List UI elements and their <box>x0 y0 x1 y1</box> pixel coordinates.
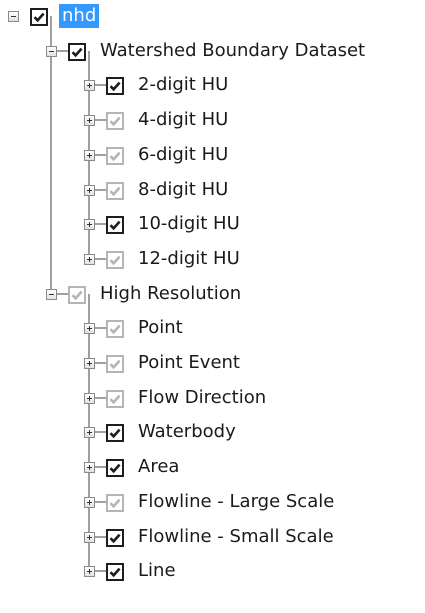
tree-expand-icon[interactable] <box>84 115 95 127</box>
expander-plus <box>89 395 90 401</box>
layer-visibility-checkbox-10-digit-hu[interactable] <box>106 216 124 235</box>
layer-label-nhd[interactable]: nhd <box>59 4 100 28</box>
tree-expand-icon[interactable] <box>84 80 95 92</box>
layer-visibility-checkbox-area[interactable] <box>106 459 124 478</box>
layer-label-12-digit-hu[interactable]: 12-digit HU <box>135 247 243 271</box>
checkmark-icon <box>109 359 121 370</box>
layer-label-point[interactable]: Point <box>135 316 186 340</box>
tree-expand-icon[interactable] <box>84 531 95 543</box>
tree-connector-line <box>50 16 52 294</box>
checkmark-icon <box>109 186 121 196</box>
checkmark-icon <box>109 220 121 231</box>
layer-visibility-checkbox-point-event[interactable] <box>106 355 124 373</box>
checkmark-icon <box>109 325 121 335</box>
expander-plus <box>89 83 90 89</box>
layer-label-flowline-small-scale[interactable]: Flowline - Small Scale <box>135 525 337 549</box>
checkmark-icon <box>109 498 121 508</box>
expander-minus <box>49 50 54 52</box>
layer-visibility-checkbox-nhd[interactable] <box>30 8 48 26</box>
layer-label-point-event[interactable]: Point Event <box>135 351 243 375</box>
expander-plus <box>89 534 90 540</box>
expander-minus <box>49 293 54 295</box>
layer-label-watershed-boundary-dataset[interactable]: Watershed Boundary Dataset <box>97 39 368 63</box>
expander-plus <box>89 430 90 436</box>
layer-label-flow-direction[interactable]: Flow Direction <box>135 386 269 410</box>
checkmark-icon <box>109 255 121 266</box>
expander-plus <box>89 256 90 262</box>
layer-label-waterbody[interactable]: Waterbody <box>135 420 239 444</box>
expander-plus <box>89 499 90 505</box>
expander-plus <box>89 187 90 193</box>
layer-label-area[interactable]: Area <box>135 455 182 479</box>
tree-collapse-icon[interactable] <box>8 11 19 22</box>
tree-expand-icon[interactable] <box>84 358 95 369</box>
tree-expand-icon[interactable] <box>84 392 95 404</box>
expander-plus <box>89 361 90 366</box>
layer-visibility-checkbox-4-digit-hu[interactable] <box>106 112 124 131</box>
expander-plus <box>89 569 90 575</box>
layer-visibility-checkbox-flowline-small-scale[interactable] <box>106 528 124 547</box>
expander-plus <box>89 465 90 471</box>
layer-visibility-checkbox-flow-direction[interactable] <box>106 389 124 408</box>
layer-label-2-digit-hu[interactable]: 2-digit HU <box>135 73 231 97</box>
layer-tree: nhd Watershed Boundary Dataset 2-digit HU 4… <box>0 0 425 613</box>
tree-expand-icon[interactable] <box>84 184 95 196</box>
layer-label-8-digit-hu[interactable]: 8-digit HU <box>135 178 231 202</box>
tree-collapse-icon[interactable] <box>46 288 57 300</box>
checkmark-icon <box>109 463 121 474</box>
tree-expand-icon[interactable] <box>84 253 95 265</box>
layer-label-6-digit-hu[interactable]: 6-digit HU <box>135 143 231 167</box>
checkmark-icon <box>71 47 83 57</box>
layer-label-flowline-large-scale[interactable]: Flowline - Large Scale <box>135 490 337 514</box>
tree-expand-icon[interactable] <box>84 566 95 578</box>
checkmark-icon <box>109 533 121 543</box>
checkmark-icon <box>109 567 121 578</box>
tree-expand-icon[interactable] <box>84 149 95 161</box>
checkmark-icon <box>109 429 121 439</box>
layer-visibility-checkbox-12-digit-hu[interactable] <box>106 250 124 269</box>
checkmark-icon <box>109 82 121 92</box>
layer-label-high-resolution[interactable]: High Resolution <box>97 282 244 306</box>
layer-visibility-checkbox-watershed-boundary-dataset[interactable] <box>68 42 86 61</box>
tree-expand-icon[interactable] <box>84 462 95 474</box>
tree-expand-icon[interactable] <box>84 496 95 508</box>
layer-visibility-checkbox-line[interactable] <box>106 563 124 582</box>
expander-plus <box>89 118 90 124</box>
layer-visibility-checkbox-6-digit-hu[interactable] <box>106 146 124 165</box>
expander-plus <box>89 152 90 158</box>
layer-visibility-checkbox-flowline-large-scale[interactable] <box>106 493 124 512</box>
tree-collapse-icon[interactable] <box>46 45 57 57</box>
layer-visibility-checkbox-point[interactable] <box>106 320 124 339</box>
expander-plus <box>89 222 90 228</box>
layer-visibility-checkbox-8-digit-hu[interactable] <box>106 181 124 200</box>
layer-label-10-digit-hu[interactable]: 10-digit HU <box>135 212 243 236</box>
layer-label-4-digit-hu[interactable]: 4-digit HU <box>135 108 231 132</box>
checkmark-icon <box>109 116 121 127</box>
checkmark-icon <box>71 290 83 300</box>
expander-plus <box>89 326 90 332</box>
tree-expand-icon[interactable] <box>84 427 95 439</box>
layer-label-line[interactable]: Line <box>135 559 179 583</box>
layer-visibility-checkbox-waterbody[interactable] <box>106 424 124 443</box>
checkmark-icon <box>33 12 45 23</box>
checkmark-icon <box>109 151 121 161</box>
checkmark-icon <box>109 394 121 404</box>
layer-visibility-checkbox-2-digit-hu[interactable] <box>106 77 124 96</box>
tree-expand-icon[interactable] <box>84 219 95 231</box>
expander-minus <box>11 16 16 17</box>
layer-visibility-checkbox-high-resolution[interactable] <box>68 285 86 304</box>
tree-expand-icon[interactable] <box>84 323 95 335</box>
